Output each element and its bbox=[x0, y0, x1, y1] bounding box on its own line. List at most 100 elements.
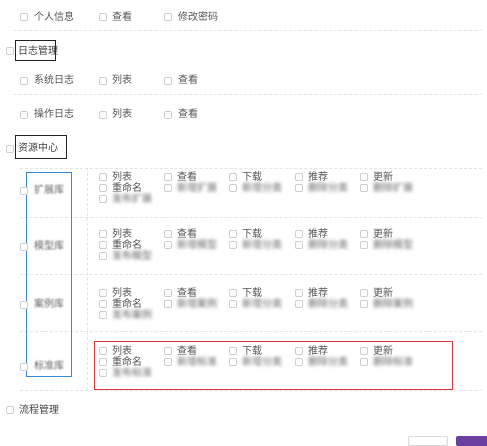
change-password-checkbox[interactable] bbox=[164, 13, 172, 21]
operation-log-view-checkbox[interactable] bbox=[164, 111, 172, 119]
perm-label: 列表 bbox=[112, 288, 132, 299]
perm-label: 删除分类 bbox=[308, 183, 348, 194]
perm-label: 查看 bbox=[177, 288, 197, 299]
confirm-button[interactable] bbox=[456, 436, 487, 446]
case-library-label: 案例库 bbox=[34, 299, 64, 310]
perm-label: 删除分类 bbox=[308, 240, 348, 251]
perm-label: 推荐 bbox=[308, 229, 328, 240]
perm-checkbox[interactable] bbox=[360, 184, 368, 192]
personal-view-label: 查看 bbox=[112, 12, 132, 23]
operation-log-checkbox[interactable] bbox=[20, 111, 28, 119]
perm-checkbox[interactable] bbox=[229, 300, 237, 308]
perm-label: 更新 bbox=[373, 288, 393, 299]
perm-checkbox[interactable] bbox=[360, 300, 368, 308]
case-library-checkbox[interactable] bbox=[20, 301, 28, 309]
perm-checkbox[interactable] bbox=[295, 300, 303, 308]
perm-checkbox[interactable] bbox=[295, 184, 303, 192]
perm-checkbox[interactable] bbox=[164, 184, 172, 192]
system-log-checkbox[interactable] bbox=[20, 77, 28, 85]
perm-checkbox[interactable] bbox=[99, 289, 107, 297]
perm-label: 发布模型 bbox=[112, 251, 152, 262]
system-log-view-label: 查看 bbox=[178, 75, 198, 86]
divider bbox=[20, 217, 482, 218]
column-divider bbox=[87, 168, 88, 390]
perm-label: 新增分类 bbox=[242, 299, 282, 310]
perm-label: 重命名 bbox=[112, 183, 142, 194]
perm-checkbox[interactable] bbox=[99, 300, 107, 308]
model-library-checkbox[interactable] bbox=[20, 243, 28, 251]
perm-checkbox[interactable] bbox=[99, 195, 107, 203]
perm-label: 新增扩展 bbox=[177, 183, 217, 194]
perm-checkbox[interactable] bbox=[360, 230, 368, 238]
operation-log-list-label: 列表 bbox=[112, 109, 132, 120]
perm-label: 删除分类 bbox=[308, 299, 348, 310]
subrow-names-highlight-box bbox=[26, 172, 72, 377]
perm-checkbox[interactable] bbox=[99, 173, 107, 181]
perm-checkbox[interactable] bbox=[229, 230, 237, 238]
perm-checkbox[interactable] bbox=[295, 230, 303, 238]
perm-checkbox[interactable] bbox=[99, 252, 107, 260]
perm-checkbox[interactable] bbox=[229, 241, 237, 249]
system-log-list-label: 列表 bbox=[112, 75, 132, 86]
perm-checkbox[interactable] bbox=[229, 289, 237, 297]
perm-checkbox[interactable] bbox=[295, 173, 303, 181]
perm-label: 更新 bbox=[373, 172, 393, 183]
perm-checkbox[interactable] bbox=[360, 241, 368, 249]
perm-label: 新增分类 bbox=[242, 183, 282, 194]
perm-checkbox[interactable] bbox=[360, 173, 368, 181]
perm-checkbox[interactable] bbox=[99, 311, 107, 319]
perm-checkbox[interactable] bbox=[229, 173, 237, 181]
perm-checkbox[interactable] bbox=[99, 230, 107, 238]
perm-label: 删除扩展 bbox=[373, 183, 413, 194]
perm-checkbox[interactable] bbox=[164, 289, 172, 297]
flow-management-checkbox[interactable] bbox=[6, 406, 14, 414]
system-log-view-checkbox[interactable] bbox=[164, 77, 172, 85]
perm-checkbox[interactable] bbox=[295, 289, 303, 297]
perm-checkbox[interactable] bbox=[229, 184, 237, 192]
personal-info-checkbox[interactable] bbox=[20, 13, 28, 21]
operation-log-label: 操作日志 bbox=[34, 109, 74, 120]
perm-checkbox[interactable] bbox=[99, 184, 107, 192]
resource-center-title: 资源中心 bbox=[18, 143, 58, 154]
divider bbox=[20, 390, 482, 391]
perm-checkbox[interactable] bbox=[164, 230, 172, 238]
perm-label: 查看 bbox=[177, 229, 197, 240]
perm-label: 查看 bbox=[177, 172, 197, 183]
operation-log-list-checkbox[interactable] bbox=[99, 111, 107, 119]
perm-checkbox[interactable] bbox=[164, 300, 172, 308]
perm-label: 列表 bbox=[112, 229, 132, 240]
ext-library-checkbox[interactable] bbox=[20, 187, 28, 195]
personal-view-checkbox[interactable] bbox=[99, 13, 107, 21]
perm-checkbox[interactable] bbox=[164, 173, 172, 181]
divider bbox=[20, 331, 482, 332]
perm-label: 发布扩展 bbox=[112, 194, 152, 205]
perm-checkbox[interactable] bbox=[99, 241, 107, 249]
perm-checkbox[interactable] bbox=[360, 289, 368, 297]
ext-library-label: 扩展库 bbox=[34, 185, 64, 196]
resource-center-checkbox[interactable] bbox=[6, 145, 14, 153]
perm-checkbox[interactable] bbox=[295, 241, 303, 249]
perm-label: 推荐 bbox=[308, 288, 328, 299]
divider bbox=[14, 30, 482, 31]
divider bbox=[20, 168, 482, 169]
perm-label: 新增分类 bbox=[242, 240, 282, 251]
model-library-label: 模型库 bbox=[34, 241, 64, 252]
standard-library-checkbox[interactable] bbox=[20, 363, 28, 371]
perm-label: 下载 bbox=[242, 229, 262, 240]
log-management-checkbox[interactable] bbox=[6, 47, 14, 55]
perm-label: 更新 bbox=[373, 229, 393, 240]
perm-label: 推荐 bbox=[308, 172, 328, 183]
perm-label: 发布案例 bbox=[112, 310, 152, 321]
divider bbox=[20, 274, 482, 275]
perm-label: 删除模型 bbox=[373, 240, 413, 251]
flow-management-title: 流程管理 bbox=[19, 405, 59, 416]
perm-checkbox[interactable] bbox=[164, 241, 172, 249]
perm-label: 新增模型 bbox=[177, 240, 217, 251]
cancel-button[interactable] bbox=[408, 436, 448, 446]
system-log-list-checkbox[interactable] bbox=[99, 77, 107, 85]
perm-label: 下载 bbox=[242, 288, 262, 299]
standard-library-label: 标准库 bbox=[34, 361, 64, 372]
perm-label: 删除案例 bbox=[373, 299, 413, 310]
perm-label: 新增案例 bbox=[177, 299, 217, 310]
change-password-label: 修改密码 bbox=[178, 12, 218, 23]
